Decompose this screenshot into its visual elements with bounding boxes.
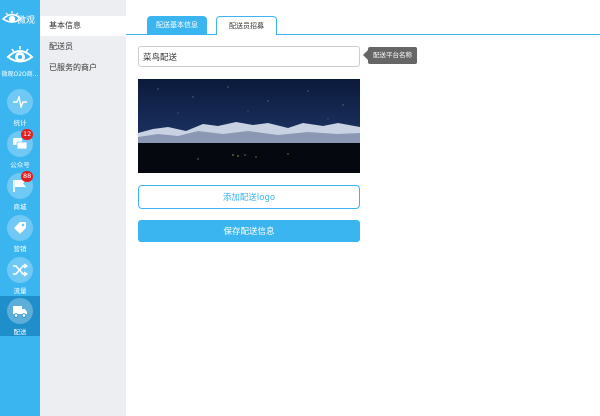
add-logo-button[interactable]: 添加配送logo	[138, 185, 360, 209]
tab-courier-recruitment[interactable]: 配送员招募	[216, 16, 277, 35]
shuffle-icon	[13, 263, 28, 277]
eye-avatar-icon	[6, 46, 34, 63]
tab-delivery-basic-info[interactable]: 配送基本信息	[147, 16, 207, 35]
secondary-menu: 基本信息 配送员 已服务的商户	[40, 0, 126, 416]
icon-rail: 微观 微观O2O商... 统计 12 公众号 88 商城 营销 流量 配送	[0, 0, 40, 416]
nav-label: 配送	[13, 328, 27, 336]
submenu-item-couriers[interactable]: 配送员	[40, 37, 126, 57]
tag-icon	[14, 222, 26, 234]
nav-item-official[interactable]: 12 公众号	[0, 129, 40, 169]
nav-label: 流量	[13, 287, 27, 295]
platform-name-tooltip: 配送平台名称	[363, 47, 417, 64]
nav-label: 商城	[13, 203, 27, 211]
logo-preview-image	[138, 79, 360, 173]
submenu-item-served-merchants[interactable]: 已服务的商户	[40, 58, 126, 78]
nav-item-marketing[interactable]: 营销	[0, 213, 40, 253]
pulse-icon	[13, 96, 27, 108]
truck-icon	[13, 306, 27, 318]
nav-item-traffic[interactable]: 流量	[0, 255, 40, 295]
nav-item-mall[interactable]: 88 商城	[0, 171, 40, 211]
nav-item-delivery[interactable]: 配送	[0, 296, 40, 336]
nav-label: 公众号	[10, 161, 30, 169]
save-delivery-info-button[interactable]: 保存配送信息	[138, 220, 360, 242]
submenu-item-basic-info[interactable]: 基本信息	[40, 16, 126, 36]
main-content: 配送基本信息 配送员招募 配送平台名称 添加配送logo 保存配送信息	[126, 0, 600, 416]
account-name: 微观O2O商...	[1, 71, 39, 78]
nav-label: 统计	[13, 119, 27, 127]
brand-logo[interactable]: 微观	[0, 8, 40, 30]
platform-name-input[interactable]	[138, 46, 360, 67]
nav-label: 营销	[13, 245, 27, 253]
tab-bar: 配送基本信息 配送员招募	[126, 16, 600, 35]
account-switcher[interactable]: 微观O2O商...	[0, 44, 40, 84]
nav-item-stats[interactable]: 统计	[0, 87, 40, 127]
brand-name: 微观	[17, 16, 36, 26]
